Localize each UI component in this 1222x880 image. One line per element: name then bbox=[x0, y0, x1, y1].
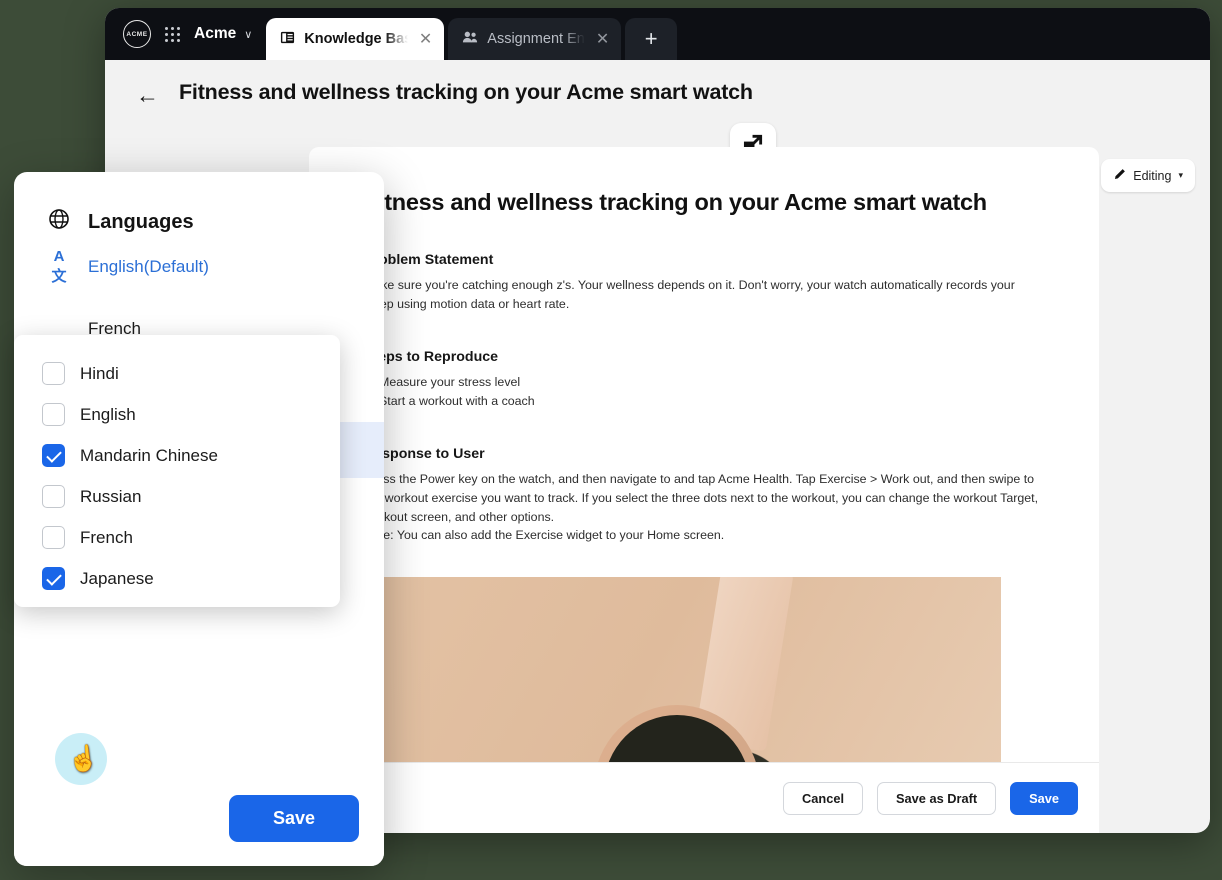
list-item: Start a workout with a coach bbox=[379, 392, 1044, 411]
close-icon[interactable]: ✕ bbox=[596, 29, 609, 49]
tab-knowledge-base[interactable]: Knowledge Base ✕ bbox=[266, 18, 445, 60]
new-tab-button[interactable]: + bbox=[625, 18, 678, 60]
save-button[interactable]: Save bbox=[1010, 781, 1078, 815]
knowledge-base-icon bbox=[280, 30, 295, 49]
brand-name[interactable]: Acme bbox=[194, 25, 236, 43]
app-header: ← Fitness and wellness tracking on your … bbox=[105, 60, 1210, 192]
pencil-icon bbox=[1113, 168, 1126, 184]
brand-zone: ACME Acme ∨ bbox=[119, 8, 266, 60]
option-label: English bbox=[80, 404, 136, 424]
editing-label: Editing bbox=[1133, 168, 1172, 183]
document-card: Fitness and wellness tracking on your Ac… bbox=[309, 147, 1099, 762]
document-footer: Cancel Save as Draft Save bbox=[309, 762, 1099, 833]
section-body-response: Press the Power key on the watch, and th… bbox=[364, 472, 1039, 524]
editing-mode-dropdown[interactable]: Editing ▾ bbox=[1101, 159, 1195, 192]
acme-logo-icon: ACME bbox=[123, 20, 151, 48]
translate-icon: A文 bbox=[51, 248, 67, 285]
tab-label: Assignment En bbox=[487, 31, 585, 47]
tab-bar: ACME Acme ∨ Knowledge Base ✕ Assignment … bbox=[105, 8, 1210, 60]
checkbox-icon[interactable] bbox=[42, 485, 65, 508]
option-label: Russian bbox=[80, 486, 142, 506]
dropdown-option-mandarin-chinese[interactable]: Mandarin Chinese bbox=[42, 435, 340, 476]
document-body: Fitness and wellness tracking on your Ac… bbox=[309, 147, 1099, 762]
section-heading-problem: Problem Statement bbox=[364, 252, 494, 268]
screen: ACME Acme ∨ Knowledge Base ✕ Assignment … bbox=[0, 0, 1222, 880]
option-label: Japanese bbox=[80, 568, 154, 588]
globe-icon bbox=[48, 208, 70, 236]
save-as-draft-button[interactable]: Save as Draft bbox=[877, 781, 997, 815]
dropdown-option-japanese[interactable]: Japanese bbox=[42, 558, 340, 599]
checkbox-icon[interactable] bbox=[42, 362, 65, 385]
languages-save-button[interactable]: Save bbox=[229, 794, 359, 842]
section-heading-steps: Steps to Reproduce bbox=[364, 349, 499, 366]
section-body-problem: Make sure you're catching enough z's. Yo… bbox=[364, 278, 1015, 311]
section-note-response: Note: You can also add the Exercise widg… bbox=[364, 528, 725, 543]
language-label: English(Default) bbox=[88, 257, 209, 276]
tab-label: Knowledge Base bbox=[304, 31, 408, 47]
acme-logo-text: ACME bbox=[126, 30, 148, 38]
smart-watch-image bbox=[364, 576, 1001, 762]
panel-save-zone: Save bbox=[14, 770, 384, 866]
add-languages-dropdown: Hindi English Mandarin Chinese Russian F… bbox=[14, 335, 340, 607]
page-title: Fitness and wellness tracking on your Ac… bbox=[179, 80, 753, 104]
dropdown-option-hindi[interactable]: Hindi bbox=[42, 353, 340, 394]
grid-apps-icon[interactable] bbox=[165, 26, 180, 42]
dropdown-option-russian[interactable]: Russian bbox=[42, 476, 340, 517]
checkbox-icon[interactable] bbox=[42, 526, 65, 549]
people-icon bbox=[462, 30, 478, 48]
language-row-english-default[interactable]: A文 English(Default) bbox=[14, 236, 384, 298]
chevron-down-icon[interactable]: ∨ bbox=[244, 28, 252, 41]
cancel-button[interactable]: Cancel bbox=[783, 781, 864, 815]
option-label: Hindi bbox=[80, 363, 119, 383]
dropdown-option-english[interactable]: English bbox=[42, 394, 340, 435]
checkbox-icon[interactable] bbox=[42, 567, 65, 590]
list-item: Measure your stress level bbox=[379, 373, 1044, 392]
checkbox-icon[interactable] bbox=[42, 403, 65, 426]
back-arrow-icon[interactable]: ← bbox=[136, 84, 159, 107]
close-icon[interactable]: ✕ bbox=[419, 29, 432, 49]
tab-assignment-engine[interactable]: Assignment En ✕ bbox=[448, 18, 622, 60]
chevron-down-icon: ▾ bbox=[1178, 170, 1183, 180]
option-label: Mandarin Chinese bbox=[80, 445, 218, 465]
section-heading-response: Response to User bbox=[364, 446, 485, 463]
languages-title: Languages bbox=[88, 210, 194, 233]
document-title: Fitness and wellness tracking on your Ac… bbox=[364, 189, 987, 215]
mouse-cursor-icon: ☝ bbox=[66, 743, 101, 775]
option-label: French bbox=[80, 527, 133, 547]
dropdown-option-french[interactable]: French bbox=[42, 517, 340, 558]
languages-panel-header: Languages bbox=[14, 172, 384, 236]
steps-list: Measure your stress level Start a workou… bbox=[364, 373, 1044, 410]
checkbox-icon[interactable] bbox=[42, 444, 65, 467]
